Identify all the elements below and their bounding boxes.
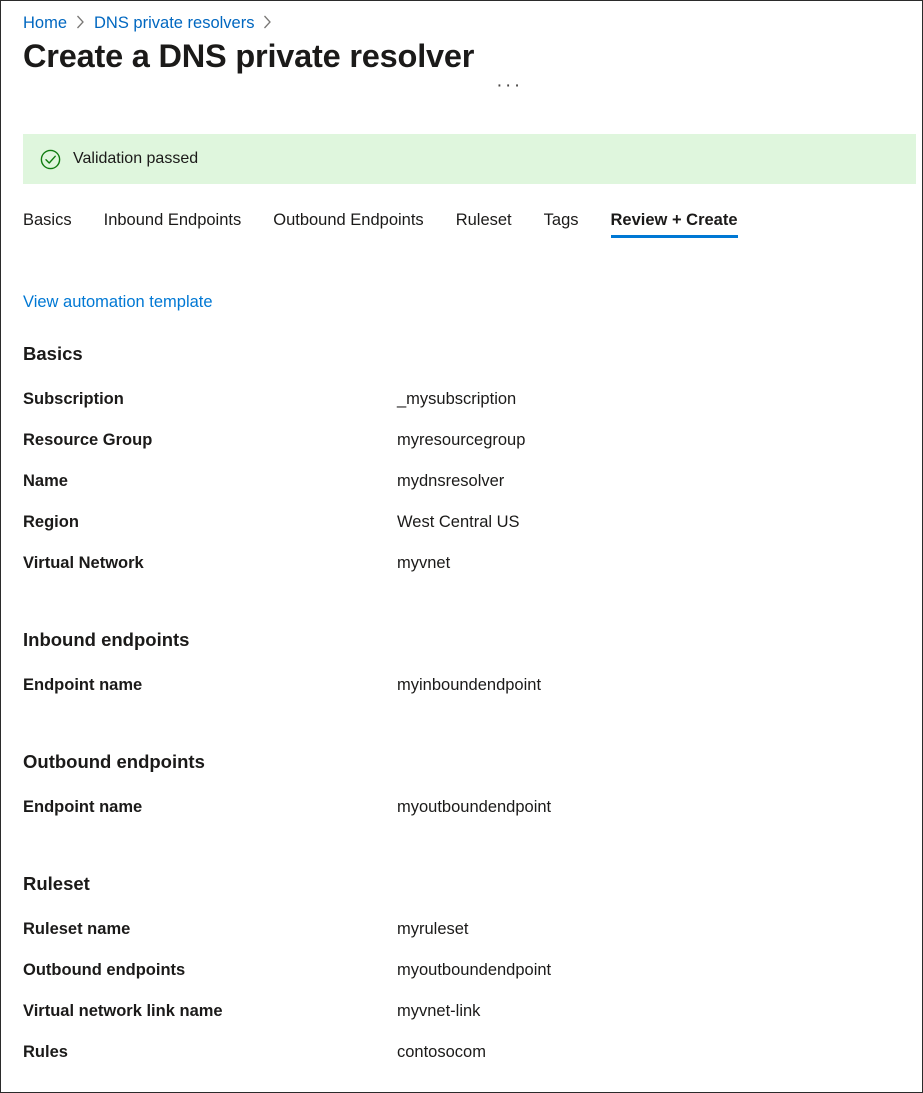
section-outbound-endpoints: Outbound endpoints Endpoint name myoutbo…	[23, 750, 903, 839]
breadcrumb: Home DNS private resolvers	[23, 11, 281, 35]
more-options-icon[interactable]: ···	[496, 81, 522, 91]
summary-row-virtual-network-link-name: Virtual network link name myvnet-link	[23, 1002, 903, 1043]
summary-row-region: Region West Central US	[23, 513, 903, 554]
section-title-inbound-endpoints: Inbound endpoints	[23, 628, 903, 652]
summary-row-virtual-network: Virtual Network myvnet	[23, 554, 903, 595]
tab-basics[interactable]: Basics	[23, 209, 72, 247]
chevron-right-icon-2	[263, 15, 272, 29]
tab-review-create[interactable]: Review + Create	[611, 209, 738, 247]
summary-value: West Central US	[397, 513, 520, 532]
summary-key: Outbound endpoints	[23, 961, 397, 980]
tab-outbound-endpoints[interactable]: Outbound Endpoints	[273, 209, 423, 247]
summary-key: Region	[23, 513, 397, 532]
summary-row-rules: Rules contosocom	[23, 1043, 903, 1084]
summary-row-resource-group: Resource Group myresourcegroup	[23, 431, 903, 472]
summary-value: _mysubscription	[397, 390, 516, 409]
summary-key: Endpoint name	[23, 798, 397, 817]
section-inbound-endpoints: Inbound endpoints Endpoint name myinboun…	[23, 628, 903, 717]
summary-value: myoutboundendpoint	[397, 798, 551, 817]
summary-row-inbound-endpoint-name: Endpoint name myinboundendpoint	[23, 676, 903, 717]
summary-value: myvnet-link	[397, 1002, 480, 1021]
summary-row-ruleset-outbound-endpoints: Outbound endpoints myoutboundendpoint	[23, 961, 903, 1002]
section-title-outbound-endpoints: Outbound endpoints	[23, 750, 903, 774]
summary-value: myinboundendpoint	[397, 676, 541, 695]
validation-status-banner: Validation passed	[23, 134, 916, 184]
summary-value: mydnsresolver	[397, 472, 504, 491]
summary-row-subscription: Subscription _mysubscription	[23, 390, 903, 431]
section-ruleset: Ruleset Ruleset name myruleset Outbound …	[23, 872, 903, 1084]
summary-key: Rules	[23, 1043, 397, 1062]
check-circle-icon	[40, 149, 61, 170]
validation-status-text: Validation passed	[73, 150, 198, 168]
summary-key: Resource Group	[23, 431, 397, 450]
summary-value: myvnet	[397, 554, 450, 573]
chevron-right-icon	[76, 15, 85, 29]
tab-ruleset[interactable]: Ruleset	[456, 209, 512, 247]
page-header: Create a DNS private resolver ···	[23, 52, 523, 98]
create-dns-private-resolver-page: Home DNS private resolvers Create a DNS …	[0, 0, 923, 1093]
tab-inbound-endpoints[interactable]: Inbound Endpoints	[104, 209, 242, 247]
tab-tags[interactable]: Tags	[544, 209, 579, 247]
section-title-ruleset: Ruleset	[23, 872, 903, 896]
summary-row-name: Name mydnsresolver	[23, 472, 903, 513]
summary-value: myoutboundendpoint	[397, 961, 551, 980]
summary-row-ruleset-name: Ruleset name myruleset	[23, 920, 903, 961]
summary-key: Ruleset name	[23, 920, 397, 939]
summary-key: Virtual network link name	[23, 1002, 397, 1021]
breadcrumb-item-dns-private-resolvers[interactable]: DNS private resolvers	[94, 14, 254, 33]
breadcrumb-item-home[interactable]: Home	[23, 14, 67, 33]
summary-key: Endpoint name	[23, 676, 397, 695]
review-summary: View automation template Basics Subscrip…	[23, 293, 903, 1084]
summary-value: myruleset	[397, 920, 469, 939]
section-title-basics: Basics	[23, 342, 903, 366]
summary-value: myresourcegroup	[397, 431, 525, 450]
section-basics: Basics Subscription _mysubscription Reso…	[23, 342, 903, 595]
summary-key: Subscription	[23, 390, 397, 409]
view-automation-template-link[interactable]: View automation template	[23, 293, 213, 312]
summary-key: Virtual Network	[23, 554, 397, 573]
summary-row-outbound-endpoint-name: Endpoint name myoutboundendpoint	[23, 798, 903, 839]
wizard-tabs: Basics Inbound Endpoints Outbound Endpoi…	[23, 209, 738, 257]
page-title: Create a DNS private resolver	[23, 36, 474, 76]
summary-key: Name	[23, 472, 397, 491]
summary-value: contosocom	[397, 1043, 486, 1062]
